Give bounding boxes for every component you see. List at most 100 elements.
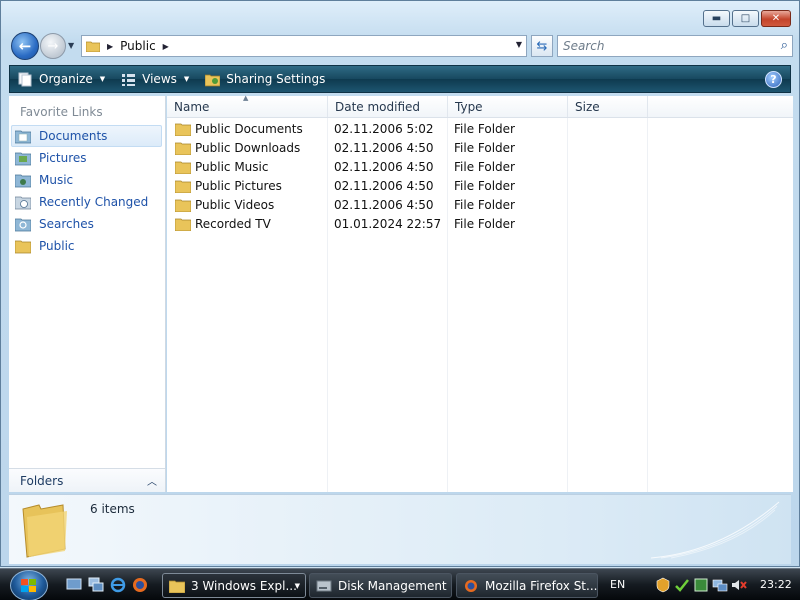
folder-icon xyxy=(169,580,185,593)
search-icon[interactable]: ⌕ xyxy=(781,38,788,53)
refresh-button[interactable]: ⇆ xyxy=(531,35,553,57)
sharing-settings-label: Sharing Settings xyxy=(226,72,326,86)
security-shield-icon[interactable] xyxy=(655,577,671,593)
table-row[interactable]: Public Downloads 02.11.2006 4:50 File Fold… xyxy=(167,138,793,157)
nav-item-public[interactable]: Public xyxy=(9,235,164,257)
taskbar-clock[interactable]: 23:22 xyxy=(760,578,792,591)
file-name: Public Downloads xyxy=(195,140,301,155)
updates-icon[interactable] xyxy=(693,577,709,593)
organize-button[interactable]: Organize ▼ xyxy=(10,66,113,92)
column-header-label: Type xyxy=(455,99,483,114)
maximize-button[interactable]: □ xyxy=(732,10,759,27)
back-button[interactable]: ← xyxy=(11,32,39,60)
music-icon xyxy=(15,174,31,188)
address-bar[interactable]: ▶ Public ▶ ▼ xyxy=(81,35,527,57)
nav-item-documents[interactable]: Documents xyxy=(11,125,162,147)
nav-item-recently-changed[interactable]: Recently Changed xyxy=(9,191,164,213)
nav-item-label: Recently Changed xyxy=(39,195,149,209)
folder-icon xyxy=(175,123,191,136)
close-button[interactable]: ✕ xyxy=(761,10,791,27)
table-row[interactable]: Recorded TV 01.01.2024 22:57 File Folder xyxy=(167,214,793,233)
cell-type: File Folder xyxy=(454,178,515,193)
file-name: Public Videos xyxy=(195,197,275,212)
file-name: Public Documents xyxy=(195,121,303,136)
chevron-up-icon[interactable]: ︿ xyxy=(147,473,157,488)
cell-type: File Folder xyxy=(454,216,515,231)
file-list-pane: ▲ Name Date modified Type Size Public Do… xyxy=(167,94,793,492)
nav-item-pictures[interactable]: Pictures xyxy=(9,147,164,169)
searches-icon xyxy=(15,218,31,232)
table-row[interactable]: Public Documents 02.11.2006 5:02 File Fold… xyxy=(167,119,793,138)
language-indicator[interactable]: EN xyxy=(610,578,625,591)
table-row[interactable]: Public Videos 02.11.2006 4:50 File Folder xyxy=(167,195,793,214)
cell-date-modified: 01.01.2024 22:57 xyxy=(334,216,442,231)
show-desktop-icon[interactable] xyxy=(66,577,82,593)
item-count: 6 items xyxy=(90,502,135,516)
breadcrumb-separator-icon[interactable]: ▶ xyxy=(163,42,169,51)
folder-icon xyxy=(175,218,191,231)
taskbar-button-firefox[interactable]: Mozilla Firefox St... xyxy=(456,573,598,598)
forward-arrow-icon: → xyxy=(47,38,59,54)
organize-label: Organize xyxy=(39,72,93,86)
explorer-window: ▬ □ ✕ ← → ▼ ▶ Public ▶ ▼ ⇆ ⌕ Organize ▼ … xyxy=(0,0,800,567)
breadcrumb-item[interactable]: Public xyxy=(120,39,156,53)
column-header-label: Date modified xyxy=(335,99,421,114)
switch-windows-icon[interactable] xyxy=(88,577,104,593)
nav-item-label: Searches xyxy=(39,217,94,231)
address-dropdown-icon[interactable]: ▼ xyxy=(516,40,522,49)
decorative-swoosh xyxy=(651,501,780,559)
refresh-icon: ⇆ xyxy=(536,38,548,54)
help-icon[interactable]: ? xyxy=(765,71,782,88)
cell-name: Public Videos xyxy=(167,198,327,212)
nav-item-music[interactable]: Music xyxy=(9,169,164,191)
folder-icon xyxy=(86,41,100,52)
table-row[interactable]: Public Pictures 02.11.2006 4:50 File Folde… xyxy=(167,176,793,195)
address-row: ← → ▼ ▶ Public ▶ ▼ ⇆ ⌕ xyxy=(9,31,793,61)
column-header-label: Size xyxy=(575,99,600,114)
safely-remove-icon[interactable] xyxy=(674,577,690,593)
taskbar-button-disk-management[interactable]: Disk Management xyxy=(309,573,452,598)
chevron-down-icon[interactable]: ▼ xyxy=(184,75,189,83)
nav-item-label: Music xyxy=(39,173,74,187)
column-header-name[interactable]: ▲ Name xyxy=(167,94,328,117)
breadcrumb-separator-icon[interactable]: ▶ xyxy=(107,42,113,51)
nav-item-label: Public xyxy=(39,239,75,253)
folder-icon xyxy=(175,199,191,212)
recent-pages-dropdown[interactable]: ▼ xyxy=(68,41,74,50)
network-icon[interactable] xyxy=(712,577,728,593)
taskbar-button-label: 3 Windows Expl... xyxy=(191,578,297,593)
system-tray xyxy=(655,577,747,593)
table-row[interactable]: Public Music 02.11.2006 4:50 File Folder xyxy=(167,157,793,176)
minimize-button[interactable]: ▬ xyxy=(703,10,730,27)
column-header-label: Name xyxy=(174,99,210,114)
column-header-size[interactable]: Size xyxy=(568,96,648,117)
search-box[interactable]: ⌕ xyxy=(557,35,793,57)
internet-explorer-icon[interactable] xyxy=(110,577,126,593)
folders-toggle[interactable]: Folders ︿ xyxy=(9,468,165,492)
firefox-icon[interactable] xyxy=(132,577,148,593)
chevron-down-icon: ▼ xyxy=(99,75,106,83)
column-header-type[interactable]: Type xyxy=(448,96,568,117)
taskbar-button-label: Mozilla Firefox St... xyxy=(485,578,597,593)
views-label: Views xyxy=(142,72,177,86)
folders-label: Folders xyxy=(20,473,64,488)
taskbar-button-explorer[interactable]: 3 Windows Expl... ▼ xyxy=(162,573,306,598)
nav-item-searches[interactable]: Searches xyxy=(9,213,164,235)
cell-date-modified: 02.11.2006 5:02 xyxy=(334,121,434,136)
file-name: Public Pictures xyxy=(195,178,282,193)
volume-muted-icon[interactable] xyxy=(731,577,747,593)
search-input[interactable] xyxy=(563,39,763,53)
views-button[interactable]: Views ▼ xyxy=(113,66,197,92)
favorite-links-list: Documents Pictures Music Recently Change… xyxy=(9,125,164,257)
sharing-settings-icon xyxy=(205,74,221,86)
column-header-date[interactable]: Date modified xyxy=(328,96,448,117)
close-icon: ✕ xyxy=(771,12,781,24)
cell-date-modified: 02.11.2006 4:50 xyxy=(334,159,434,174)
cell-type: File Folder xyxy=(454,140,515,155)
forward-button[interactable]: → xyxy=(40,33,66,59)
navigation-pane: Favorite Links Documents Pictures Music … xyxy=(9,96,166,492)
back-arrow-icon: ← xyxy=(18,37,32,55)
start-button[interactable] xyxy=(10,570,48,600)
cell-type: File Folder xyxy=(454,121,515,136)
sharing-settings-button[interactable]: Sharing Settings xyxy=(197,66,333,92)
